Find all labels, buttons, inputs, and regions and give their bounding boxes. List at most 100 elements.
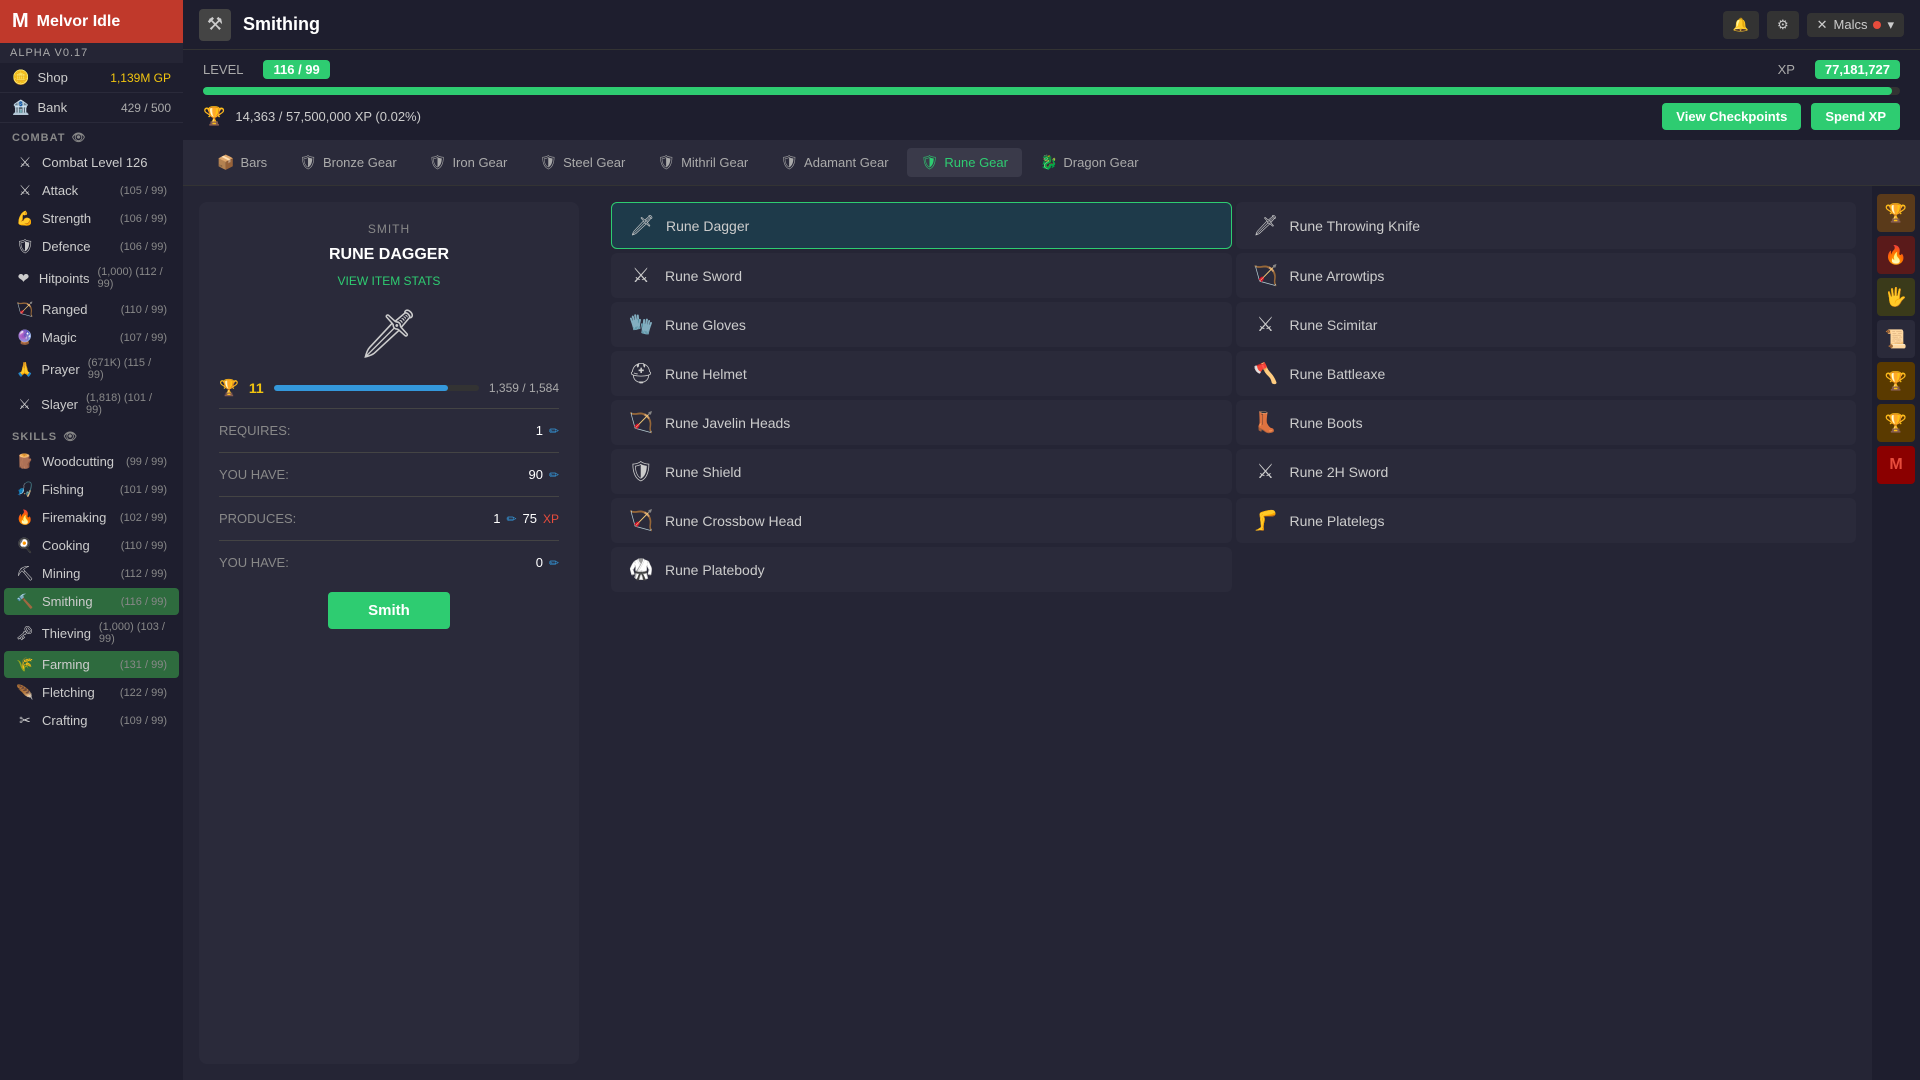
item-rune-boots[interactable]: 👢 Rune Boots (1236, 400, 1857, 445)
item-icon: 🪓 (1252, 361, 1280, 386)
item-rune-shield[interactable]: 🛡 Rune Shield (611, 449, 1232, 494)
right-icon-6[interactable]: M (1877, 446, 1915, 484)
produces-gp-icon[interactable]: XP (543, 512, 559, 526)
item-name: Rune Platelegs (1290, 513, 1385, 529)
bank-resource[interactable]: 🏦 Bank 429 / 500 (0, 93, 183, 123)
sidebar-item-prayer[interactable]: 🙏 Prayer (671K) (115 / 99) (4, 352, 179, 386)
shop-resource[interactable]: 🪙 Shop 1,139M GP (0, 63, 183, 93)
sidebar-item-farming[interactable]: 🌾 Farming (131 / 99) (4, 651, 179, 678)
sidebar-skill-icon: ⛏ (16, 565, 34, 582)
user-menu[interactable]: ✕ Malcs ▾ (1807, 13, 1904, 37)
requires-label: REQUIRES: (219, 423, 291, 438)
sidebar-skill-label: Woodcutting (42, 454, 118, 469)
sidebar-item-woodcutting[interactable]: 🪵 Woodcutting (99 / 99) (4, 448, 179, 475)
sidebar-item-label: Magic (42, 330, 112, 345)
sidebar-skill-level: (131 / 99) (120, 659, 167, 671)
item-rune-gloves[interactable]: 🧤 Rune Gloves (611, 302, 1232, 347)
chevron-down-icon: ▾ (1887, 17, 1894, 33)
item-icon: 🏹 (627, 410, 655, 435)
sidebar-skill-icon: 🌾 (16, 656, 34, 673)
item-rune-sword[interactable]: ⚔ Rune Sword (611, 253, 1232, 298)
sidebar-item-strength[interactable]: 💪 Strength (106 / 99) (4, 205, 179, 232)
sidebar-item-combat-level-126[interactable]: ⚔ Combat Level 126 (4, 149, 179, 176)
sidebar-skill-icon: ✂ (16, 712, 34, 729)
tab-mithril-gear[interactable]: 🛡 Mithril Gear (643, 148, 762, 177)
username: Malcs (1834, 17, 1868, 32)
mastery-progress-text: 1,359 / 1,584 (489, 381, 559, 395)
smith-button[interactable]: Smith (328, 592, 450, 629)
view-item-stats-link[interactable]: VIEW ITEM STATS (338, 274, 441, 288)
item-rune-crossbow-head[interactable]: 🏹 Rune Crossbow Head (611, 498, 1232, 543)
right-icon-1[interactable]: 🔥 (1877, 236, 1915, 274)
you-have-edit-icon[interactable]: ✏ (549, 468, 559, 482)
tab-bars[interactable]: 📦 Bars (203, 148, 281, 177)
sidebar-item-hitpoints[interactable]: ❤ Hitpoints (1,000) (112 / 99) (4, 261, 179, 295)
tab-icon: 📦 (217, 154, 234, 171)
sidebar-item-fishing[interactable]: 🎣 Fishing (101 / 99) (4, 476, 179, 503)
page-title: Smithing (243, 14, 320, 35)
sidebar-item-mining[interactable]: ⛏ Mining (112 / 99) (4, 560, 179, 587)
item-rune-dagger[interactable]: 🗡 Rune Dagger (611, 202, 1232, 249)
tab-label: Mithril Gear (681, 155, 748, 170)
sidebar-icon: 🔮 (16, 329, 34, 346)
requires-val: 1 ✏ (536, 423, 559, 438)
requires-row: REQUIRES: 1 ✏ (219, 419, 559, 442)
you-have2-edit-icon[interactable]: ✏ (549, 556, 559, 570)
tab-dragon-gear[interactable]: 🐉 Dragon Gear (1026, 148, 1153, 177)
item-rune-throwing-knife[interactable]: 🗡 Rune Throwing Knife (1236, 202, 1857, 249)
view-checkpoints-button[interactable]: View Checkpoints (1662, 103, 1801, 130)
right-icon-5[interactable]: 🏆 (1877, 404, 1915, 442)
sidebar-skill-label: Mining (42, 566, 113, 581)
tab-rune-gear[interactable]: 🛡 Rune Gear (907, 148, 1022, 177)
sidebar-item-fletching[interactable]: 🪶 Fletching (122 / 99) (4, 679, 179, 706)
settings-btn[interactable]: ⚙ (1767, 11, 1799, 39)
tab-bronze-gear[interactable]: 🛡 Bronze Gear (285, 148, 410, 177)
sidebar-item-slayer[interactable]: ⚔ Slayer (1,818) (101 / 99) (4, 387, 179, 421)
item-icon: ⛑ (627, 361, 655, 386)
you-have2-row: YOU HAVE: 0 ✏ (219, 551, 559, 574)
produces-edit-icon[interactable]: ✏ (506, 512, 516, 526)
sidebar-item-cooking[interactable]: 🍳 Cooking (110 / 99) (4, 532, 179, 559)
mastery-bar-container (274, 385, 479, 391)
tab-icon: 🛡 (299, 154, 317, 171)
item-icon: 🏹 (627, 508, 655, 533)
requires-edit-icon[interactable]: ✏ (549, 424, 559, 438)
item-rune-arrowtips[interactable]: 🏹 Rune Arrowtips (1236, 253, 1857, 298)
item-name: Rune Helmet (665, 366, 747, 382)
right-icon-4[interactable]: 🏆 (1877, 362, 1915, 400)
item-rune-helmet[interactable]: ⛑ Rune Helmet (611, 351, 1232, 396)
sidebar-item-level: (1,000) (112 / 99) (97, 266, 167, 290)
xp-label: XP (1778, 62, 1795, 77)
right-icon-0[interactable]: 🏆 (1877, 194, 1915, 232)
item-rune-2h-sword[interactable]: ⚔ Rune 2H Sword (1236, 449, 1857, 494)
item-rune-battleaxe[interactable]: 🪓 Rune Battleaxe (1236, 351, 1857, 396)
item-rune-scimitar[interactable]: ⚔ Rune Scimitar (1236, 302, 1857, 347)
right-icon-3[interactable]: 📜 (1877, 320, 1915, 358)
sidebar-item-smithing[interactable]: 🔨 Smithing (116 / 99) (4, 588, 179, 615)
right-icon-2[interactable]: 🖐 (1877, 278, 1915, 316)
sidebar-item-ranged[interactable]: 🏹 Ranged (110 / 99) (4, 296, 179, 323)
sidebar-item-crafting[interactable]: ✂ Crafting (109 / 99) (4, 707, 179, 734)
item-name: Rune Throwing Knife (1290, 218, 1420, 234)
sidebar-skill-level: (122 / 99) (120, 687, 167, 699)
item-icon: ⚔ (627, 263, 655, 288)
sidebar-item-label: Strength (42, 211, 112, 226)
sidebar-item-defence[interactable]: 🛡 Defence (106 / 99) (4, 233, 179, 260)
sidebar-item-magic[interactable]: 🔮 Magic (107 / 99) (4, 324, 179, 351)
tab-steel-gear[interactable]: 🛡 Steel Gear (525, 148, 639, 177)
notification-btn[interactable]: 🔔 (1723, 11, 1759, 39)
sidebar-item-firemaking[interactable]: 🔥 Firemaking (102 / 99) (4, 504, 179, 531)
sidebar-item-thieving[interactable]: 🗝 Thieving (1,000) (103 / 99) (4, 616, 179, 650)
tab-adamant-gear[interactable]: 🛡 Adamant Gear (766, 148, 902, 177)
xp-value: 77,181,727 (1815, 60, 1900, 79)
produces-row: PRODUCES: 1 ✏ 75 XP (219, 507, 559, 530)
tab-iron-gear[interactable]: 🛡 Iron Gear (415, 148, 522, 177)
sidebar-item-attack[interactable]: ⚔ Attack (105 / 99) (4, 177, 179, 204)
item-icon: 🗡 (1252, 213, 1280, 238)
item-rune-platelegs[interactable]: 🦵 Rune Platelegs (1236, 498, 1857, 543)
spend-xp-button[interactable]: Spend XP (1811, 103, 1900, 130)
item-rune-javelin-heads[interactable]: 🏹 Rune Javelin Heads (611, 400, 1232, 445)
item-name: Rune 2H Sword (1290, 464, 1389, 480)
item-rune-platebody[interactable]: 🥋 Rune Platebody (611, 547, 1232, 592)
sidebar-icon: ⚔ (16, 182, 34, 199)
